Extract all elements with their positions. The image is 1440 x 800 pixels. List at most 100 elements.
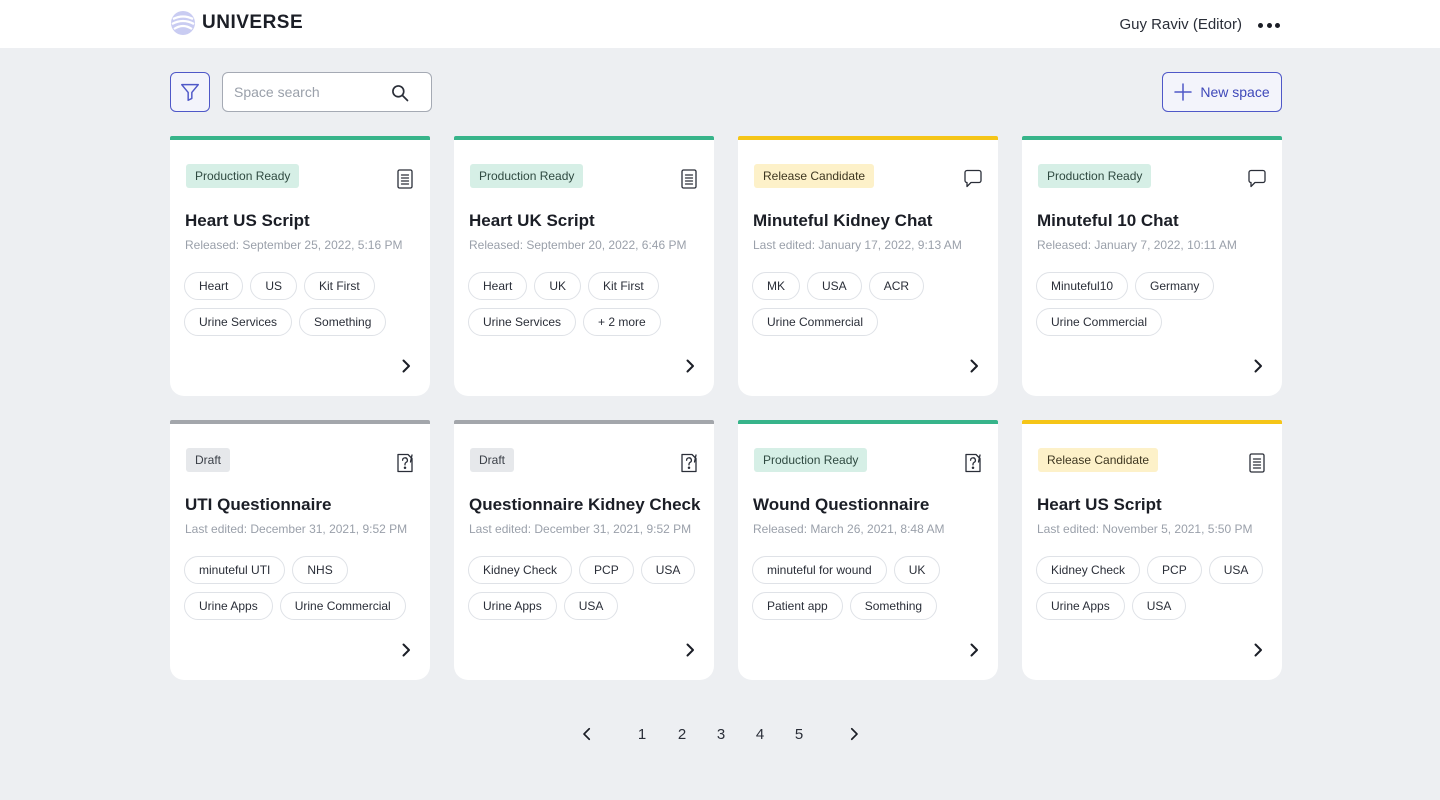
tag-chip[interactable]: Urine Services (184, 308, 293, 336)
tag-chip[interactable]: USA (1131, 592, 1187, 620)
tag-chip[interactable]: UK (534, 272, 582, 300)
space-card[interactable]: Production Ready Wound Questionnaire Relea… (738, 420, 998, 680)
tag-chip[interactable]: Minuteful10 (1036, 272, 1129, 300)
chevron-right-icon[interactable] (966, 358, 982, 374)
page-2[interactable]: 2 (672, 726, 692, 743)
card-timestamp: Last edited: December 31, 2021, 9:52 PM (469, 522, 692, 536)
space-card[interactable]: Production Ready Heart US Script Released:… (170, 136, 430, 396)
pagination: 1 2 3 4 5 (578, 722, 863, 746)
more-horizontal-icon[interactable] (1258, 15, 1280, 35)
card-title: UTI Questionnaire (185, 495, 332, 514)
chevron-right-icon[interactable] (398, 358, 414, 374)
chevron-left-icon[interactable] (578, 725, 596, 743)
tag-chip[interactable]: Kidney Check (468, 556, 573, 584)
tag-chip[interactable]: Kit First (304, 272, 375, 300)
status-badge: Production Ready (754, 448, 868, 472)
tag-list: Heart US Kit First Urine Services Something (184, 272, 424, 336)
card-timestamp: Released: January 7, 2022, 10:11 AM (1037, 238, 1237, 252)
chevron-right-icon[interactable] (845, 725, 863, 743)
new-space-label: New space (1200, 84, 1270, 100)
tag-chip[interactable]: UK (893, 556, 941, 584)
tag-chip[interactable]: USA (563, 592, 619, 620)
status-badge: Release Candidate (1038, 448, 1159, 472)
tag-chip[interactable]: Heart (184, 272, 244, 300)
space-card[interactable]: Release Candidate Heart US Script Last edi… (1022, 420, 1282, 680)
space-card[interactable]: Draft UTI Questionnaire Last edited: Decem… (170, 420, 430, 680)
tag-chip[interactable]: Urine Commercial (279, 592, 406, 620)
tag-chip[interactable]: PCP (1147, 556, 1202, 584)
tag-chip[interactable]: Urine Apps (1036, 592, 1125, 620)
tag-chip[interactable]: NHS (292, 556, 348, 584)
tag-chip[interactable]: Kidney Check (1036, 556, 1141, 584)
tag-chip[interactable]: US (250, 272, 298, 300)
chevron-right-icon[interactable] (682, 358, 698, 374)
chevron-right-icon[interactable] (682, 642, 698, 658)
status-badge: Release Candidate (754, 164, 875, 188)
tag-chip[interactable]: Heart (468, 272, 528, 300)
tag-chip[interactable]: Urine Services (468, 308, 577, 336)
status-badge: Production Ready (1038, 164, 1152, 188)
space-card[interactable]: Production Ready Minuteful 10 Chat Release… (1022, 136, 1282, 396)
tag-list: Kidney Check PCP USA Urine Apps USA (1036, 556, 1276, 620)
tag-list: minuteful UTI NHS Urine Apps Urine Commerci… (184, 556, 424, 620)
card-title: Wound Questionnaire (753, 495, 930, 514)
chevron-right-icon[interactable] (1250, 642, 1266, 658)
tag-chip[interactable]: Urine Commercial (1036, 308, 1163, 336)
chevron-right-icon[interactable] (1250, 358, 1266, 374)
universe-logo-icon (171, 11, 195, 35)
tag-chip[interactable]: ACR (868, 272, 925, 300)
tag-chip[interactable]: + 2 more (583, 308, 661, 336)
tag-chip[interactable]: USA (1208, 556, 1264, 584)
tag-chip[interactable]: Something (849, 592, 938, 620)
chat-icon (962, 168, 984, 190)
space-card[interactable]: Draft Questionnaire Kidney Check Last edit… (454, 420, 714, 680)
top-bar: UNIVERSE Guy Raviv (Editor) (0, 0, 1440, 48)
filter-button[interactable] (170, 72, 210, 112)
tag-chip[interactable]: Germany (1135, 272, 1215, 300)
search-icon[interactable] (390, 83, 410, 103)
space-card[interactable]: Production Ready Heart UK Script Released:… (454, 136, 714, 396)
tag-chip[interactable]: Something (299, 308, 387, 336)
app-logo[interactable]: UNIVERSE (170, 10, 303, 36)
card-title: Heart US Script (1037, 495, 1162, 514)
tag-chip[interactable]: Kit First (588, 272, 659, 300)
tag-chip[interactable]: minuteful UTI (184, 556, 286, 584)
tag-list: Minuteful10 Germany Urine Commercial (1036, 272, 1276, 336)
tag-chip[interactable]: USA (807, 272, 862, 300)
tag-chip[interactable]: PCP (579, 556, 634, 584)
page-3[interactable]: 3 (711, 726, 731, 743)
tag-chip[interactable]: Patient app (752, 592, 843, 620)
questionnaire-icon (678, 452, 700, 474)
card-timestamp: Released: March 26, 2021, 8:48 AM (753, 522, 945, 536)
user-name[interactable]: Guy Raviv (Editor) (1119, 16, 1242, 33)
tag-list: minuteful for wound UK Patient app Somethin… (752, 556, 992, 620)
chevron-right-icon[interactable] (398, 642, 414, 658)
tag-chip[interactable]: MK (752, 272, 800, 300)
tag-chip[interactable]: Urine Apps (184, 592, 273, 620)
card-timestamp: Released: September 25, 2022, 5:16 PM (185, 238, 403, 252)
card-title: Minuteful 10 Chat (1037, 211, 1179, 230)
new-space-button[interactable]: New space (1162, 72, 1282, 112)
questionnaire-icon (962, 452, 984, 474)
chevron-right-icon[interactable] (966, 642, 982, 658)
card-title: Minuteful Kidney Chat (753, 211, 933, 230)
filter-icon (181, 83, 199, 101)
tag-list: MK USA ACR Urine Commercial (752, 272, 992, 336)
chat-icon (1246, 168, 1268, 190)
card-title: Questionnaire Kidney Check (469, 495, 701, 514)
tag-chip[interactable]: Urine Apps (468, 592, 557, 620)
tag-chip[interactable]: minuteful for wound (752, 556, 887, 584)
tag-list: Kidney Check PCP USA Urine Apps USA (468, 556, 708, 620)
tag-chip[interactable]: Urine Commercial (752, 308, 879, 336)
page-4[interactable]: 4 (750, 726, 770, 743)
search-input[interactable] (234, 82, 384, 102)
plus-icon (1174, 83, 1193, 101)
document-icon (394, 168, 416, 190)
page-1[interactable]: 1 (632, 726, 652, 743)
card-title: Heart UK Script (469, 211, 595, 230)
tag-chip[interactable]: USA (640, 556, 696, 584)
page-5[interactable]: 5 (789, 726, 809, 743)
document-icon (678, 168, 700, 190)
space-card[interactable]: Release Candidate Minuteful Kidney Chat La… (738, 136, 998, 396)
card-timestamp: Last edited: December 31, 2021, 9:52 PM (185, 522, 408, 536)
